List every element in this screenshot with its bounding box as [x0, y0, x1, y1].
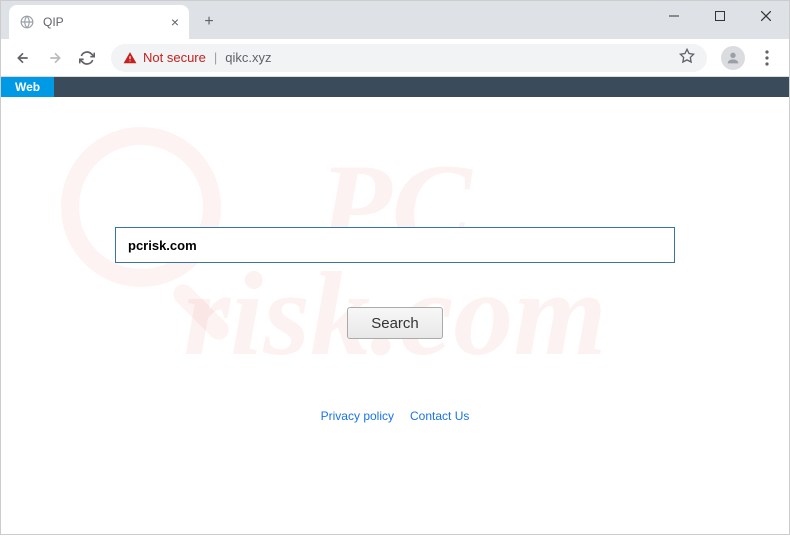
web-tab[interactable]: Web [1, 77, 54, 97]
minimize-button[interactable] [651, 1, 697, 31]
search-area: PC risk.com Search Privacy policy Contac… [1, 97, 789, 423]
address-bar[interactable]: Not secure | qikc.xyz [111, 44, 707, 72]
bookmark-star-icon[interactable] [679, 48, 695, 67]
back-button[interactable] [9, 44, 37, 72]
page-content: Web PC risk.com Search Privacy policy Co… [1, 77, 789, 536]
search-button[interactable]: Search [347, 307, 443, 339]
browser-tab[interactable]: QIP × [9, 5, 189, 39]
kebab-menu-icon[interactable] [753, 44, 781, 72]
close-window-button[interactable] [743, 1, 789, 31]
tab-title: QIP [43, 15, 163, 29]
search-input[interactable] [115, 227, 675, 263]
url-separator: | [214, 50, 217, 65]
forward-button[interactable] [41, 44, 69, 72]
privacy-policy-link[interactable]: Privacy policy [321, 409, 394, 423]
security-label: Not secure [143, 50, 206, 65]
window-titlebar: QIP × + [1, 1, 789, 39]
footer-links: Privacy policy Contact Us [321, 409, 470, 423]
window-controls [651, 1, 789, 31]
warning-icon [123, 51, 137, 65]
url-text: qikc.xyz [225, 50, 271, 65]
reload-button[interactable] [73, 44, 101, 72]
globe-icon [19, 14, 35, 30]
security-indicator[interactable]: Not secure [123, 50, 206, 65]
contact-us-link[interactable]: Contact Us [410, 409, 469, 423]
maximize-button[interactable] [697, 1, 743, 31]
new-tab-button[interactable]: + [195, 8, 223, 36]
site-nav-bar: Web [1, 77, 789, 97]
profile-avatar-icon[interactable] [721, 46, 745, 70]
browser-toolbar: Not secure | qikc.xyz [1, 39, 789, 77]
close-tab-icon[interactable]: × [171, 14, 179, 30]
